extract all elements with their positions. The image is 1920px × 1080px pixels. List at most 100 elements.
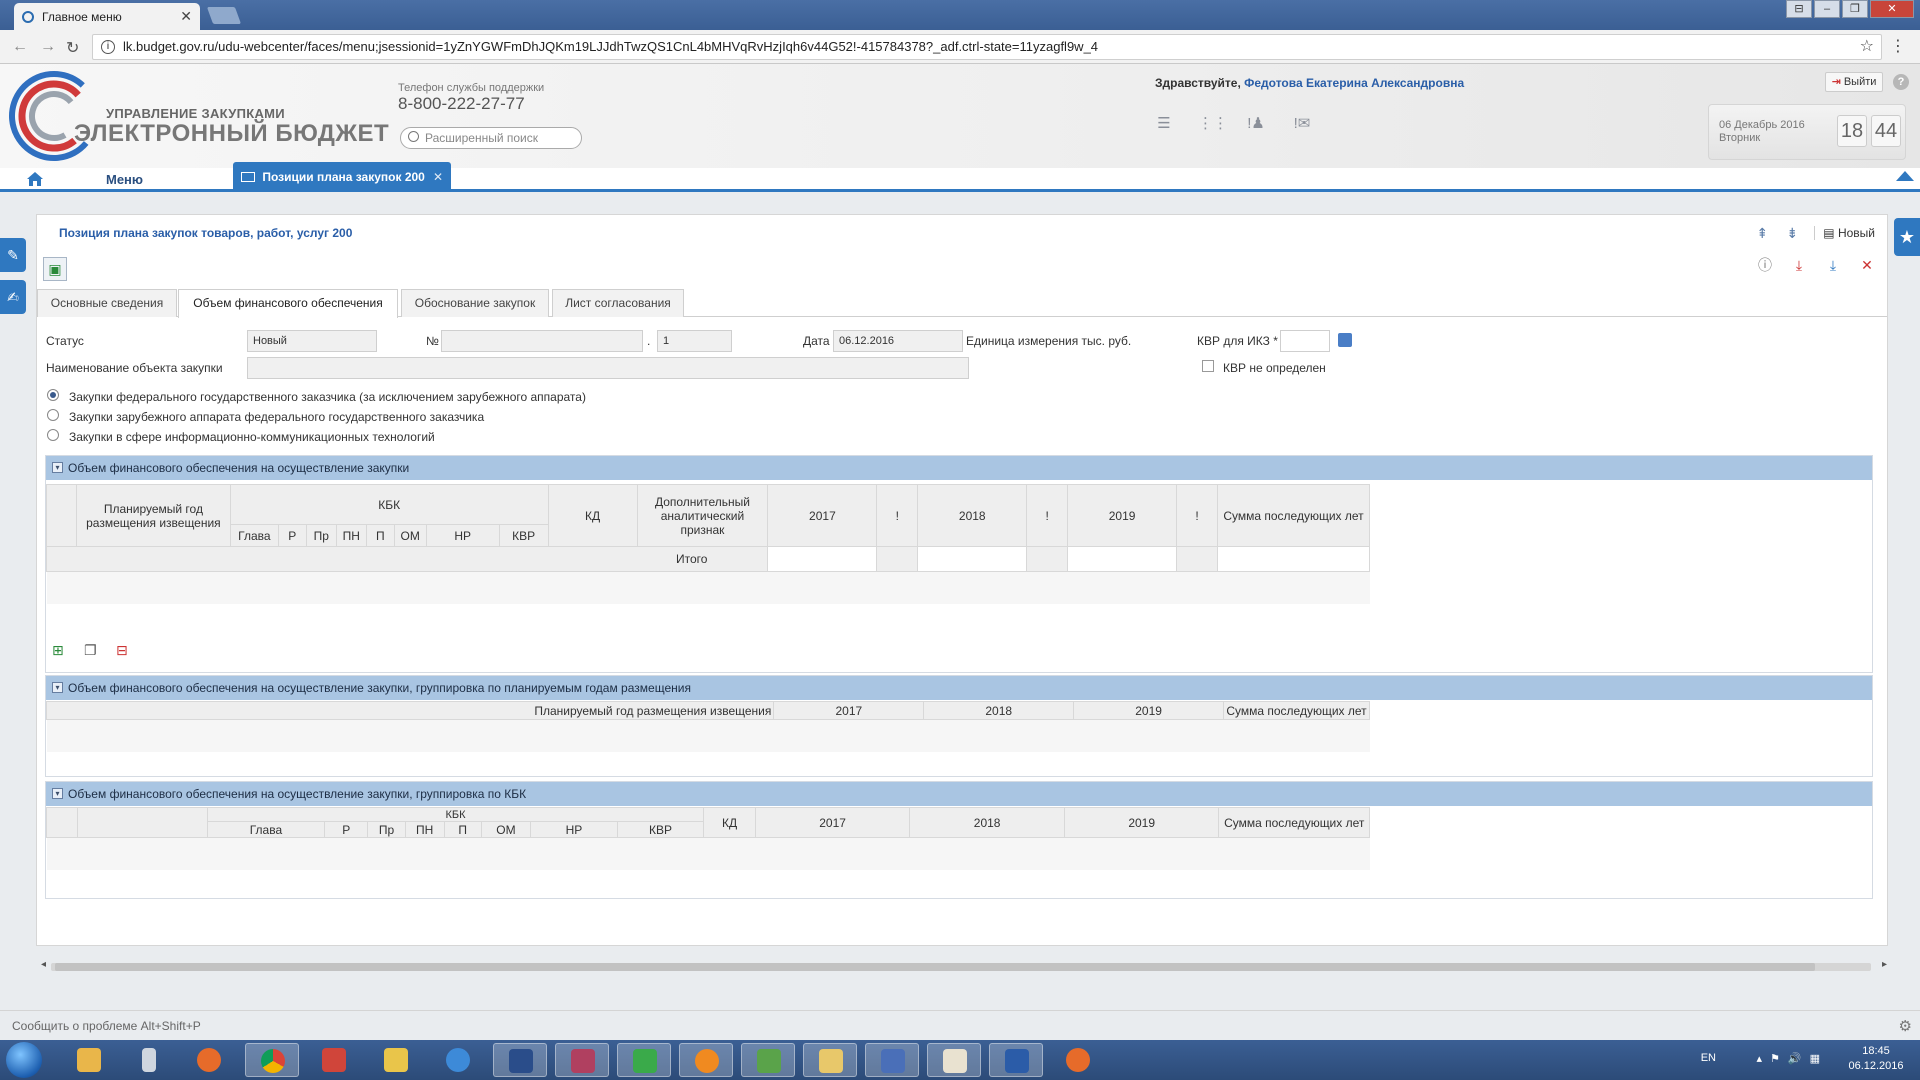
maximize-button[interactable]: ❐ bbox=[1842, 0, 1868, 18]
taskbar-chrome-icon[interactable] bbox=[245, 1043, 299, 1077]
financing-by-kbk-header[interactable]: ▾ Объем финансового обеспечения на осуще… bbox=[46, 782, 1872, 806]
tab-justification[interactable]: Обоснование закупок bbox=[401, 289, 549, 317]
taskbar-app-network-icon[interactable] bbox=[865, 1043, 919, 1077]
report-problem-link[interactable]: Сообщить о проблеме Alt+Shift+P bbox=[12, 1019, 201, 1033]
download-red-icon[interactable]: ⤓ bbox=[1791, 257, 1807, 273]
close-form-icon[interactable]: ✕ bbox=[1859, 257, 1875, 273]
radio-federal-customer[interactable] bbox=[47, 389, 59, 401]
system-clock[interactable]: 18:45 06.12.2016 bbox=[1848, 1044, 1904, 1074]
number-field[interactable] bbox=[441, 330, 643, 352]
taskbar-explorer-icon[interactable] bbox=[803, 1043, 857, 1077]
clock-time: 18:45 bbox=[1862, 1045, 1890, 1057]
scroll-thumb[interactable] bbox=[55, 963, 1815, 971]
tab-basic-info[interactable]: Основные сведения bbox=[37, 289, 177, 317]
forward-icon[interactable]: → bbox=[40, 38, 56, 56]
object-name-field[interactable] bbox=[247, 357, 969, 379]
support-label: Телефон службы поддержки bbox=[398, 82, 545, 94]
number-suffix-field[interactable]: 1 bbox=[657, 330, 732, 352]
date-field[interactable]: 06.12.2016 bbox=[833, 330, 963, 352]
tray-icons[interactable]: ▴⚑🔊▦ bbox=[1757, 1052, 1828, 1065]
taskbar-firefox2-icon[interactable] bbox=[1051, 1043, 1105, 1077]
side-edit-icon[interactable]: ✎ bbox=[0, 238, 26, 272]
taskbar-app-calculator-icon[interactable] bbox=[122, 1043, 176, 1077]
taskbar-app-7zip-icon[interactable] bbox=[369, 1043, 423, 1077]
reload-icon[interactable]: ↻ bbox=[66, 38, 79, 58]
close-tab-icon[interactable]: ✕ bbox=[180, 8, 192, 25]
advanced-search-input[interactable]: Расширенный поиск bbox=[400, 127, 582, 149]
download-blue-icon[interactable]: ⤓ bbox=[1825, 257, 1841, 273]
browser-tab[interactable]: Главное меню ✕ bbox=[14, 3, 200, 30]
new-tab-button[interactable] bbox=[206, 7, 242, 24]
close-window-button[interactable]: ✕ bbox=[1870, 0, 1914, 18]
financing-by-year-header[interactable]: ▾ Объем финансового обеспечения на осуще… bbox=[46, 676, 1872, 700]
taskbar-app-database-icon[interactable] bbox=[555, 1043, 609, 1077]
taskbar-app-save-icon[interactable] bbox=[493, 1043, 547, 1077]
copy-row-icon[interactable]: ❐ bbox=[84, 642, 97, 659]
taskbar-app-chart-icon[interactable] bbox=[741, 1043, 795, 1077]
expand-all-icon[interactable]: ⇞ bbox=[1754, 225, 1770, 241]
support-phone: 8-800-222-27-77 bbox=[398, 94, 525, 113]
user-profile-icon[interactable]: ⊟ bbox=[1786, 0, 1812, 18]
collapse-panel-icon[interactable]: ▾ bbox=[52, 788, 63, 799]
col-planned-year: Планируемый год размещения извещения bbox=[75, 484, 231, 547]
url-input[interactable]: i lk.budget.gov.ru/udu-webcenter/faces/m… bbox=[92, 34, 1882, 60]
scroll-left-icon[interactable]: ◂ bbox=[41, 959, 46, 970]
start-button[interactable] bbox=[6, 1042, 42, 1078]
date-label: Дата bbox=[803, 334, 830, 348]
scroll-right-icon[interactable]: ▸ bbox=[1882, 959, 1887, 970]
col-kbk-r: Р bbox=[324, 821, 369, 838]
app-tab-procurement-plan[interactable]: Позиции плана закупок 200 ✕ bbox=[233, 162, 451, 192]
logout-button[interactable]: ⇥ Выйти bbox=[1825, 72, 1883, 92]
collapse-panel-icon[interactable]: ▾ bbox=[52, 462, 63, 473]
kvr-lookup-icon[interactable] bbox=[1338, 333, 1352, 347]
taskbar-app-windows-icon[interactable] bbox=[617, 1043, 671, 1077]
col-kd: КД bbox=[547, 484, 638, 547]
save-icon[interactable]: ▣ bbox=[43, 257, 67, 281]
electronic-budget-logo bbox=[9, 71, 99, 161]
taskbar-app-flame-icon[interactable] bbox=[679, 1043, 733, 1077]
user-name-link[interactable]: Федотова Екатерина Александровна bbox=[1244, 76, 1464, 90]
language-indicator[interactable]: EN bbox=[1701, 1052, 1716, 1064]
taskbar-ie-icon[interactable] bbox=[431, 1043, 485, 1077]
tab-approval-sheet[interactable]: Лист согласования bbox=[552, 289, 684, 317]
help-icon[interactable]: ? bbox=[1893, 74, 1909, 90]
collapse-panel-icon[interactable]: ▾ bbox=[52, 682, 63, 693]
home-icon[interactable] bbox=[26, 170, 44, 188]
horizontal-scrollbar[interactable]: ◂ ▸ bbox=[41, 959, 1891, 973]
total-later-field bbox=[1216, 546, 1371, 572]
row-selector-header bbox=[46, 807, 78, 838]
list-icon[interactable]: ☰ bbox=[1152, 114, 1176, 132]
collapse-header-icon[interactable] bbox=[1896, 171, 1914, 181]
clock-hours: 18 bbox=[1837, 115, 1867, 147]
bookmark-star-icon[interactable]: ☆ bbox=[1860, 36, 1874, 56]
kvr-undefined-checkbox[interactable] bbox=[1202, 360, 1214, 372]
user-alert-icon[interactable]: !♟ bbox=[1244, 114, 1268, 132]
taskbar-firefox-icon[interactable] bbox=[182, 1043, 236, 1077]
delete-row-icon[interactable]: ⊟ bbox=[116, 642, 128, 659]
col-kbk-glava: Глава bbox=[206, 821, 326, 838]
hierarchy-icon[interactable]: ⋮⋮ bbox=[1198, 114, 1228, 132]
menu-link[interactable]: Меню bbox=[106, 172, 143, 187]
taskbar-app-libraries-icon[interactable] bbox=[62, 1043, 116, 1077]
close-app-tab-icon[interactable]: ✕ bbox=[433, 162, 443, 192]
back-icon[interactable]: ← bbox=[12, 38, 28, 56]
taskbar-java-icon[interactable] bbox=[927, 1043, 981, 1077]
browser-menu-icon[interactable]: ⋮ bbox=[1890, 36, 1906, 56]
minimize-button[interactable]: – bbox=[1814, 0, 1840, 18]
mail-alert-icon[interactable]: !✉ bbox=[1290, 114, 1314, 132]
radio-ict[interactable] bbox=[47, 429, 59, 441]
taskbar-app-red-icon[interactable] bbox=[307, 1043, 361, 1077]
greeting: Здравствуйте, Федотова Екатерина Алексан… bbox=[1155, 76, 1464, 90]
add-row-icon[interactable]: ⊞ bbox=[52, 642, 64, 659]
tab-financing[interactable]: Объем финансового обеспечения bbox=[178, 289, 398, 318]
kvr-field[interactable] bbox=[1280, 330, 1330, 352]
site-info-icon[interactable]: i bbox=[101, 40, 115, 54]
gear-icon[interactable]: ⚙ bbox=[1899, 1017, 1912, 1035]
financing-panel-header[interactable]: ▾ Объем финансового обеспечения на осуще… bbox=[46, 456, 1872, 480]
taskbar-word-icon[interactable] bbox=[989, 1043, 1043, 1077]
favorites-star-icon[interactable]: ★ bbox=[1894, 218, 1920, 256]
side-edit-form-icon[interactable]: ✍ bbox=[0, 280, 26, 314]
radio-foreign-office[interactable] bbox=[47, 409, 59, 421]
info-icon[interactable]: ⓘ bbox=[1757, 257, 1773, 273]
collapse-all-icon[interactable]: ⇟ bbox=[1784, 225, 1800, 241]
